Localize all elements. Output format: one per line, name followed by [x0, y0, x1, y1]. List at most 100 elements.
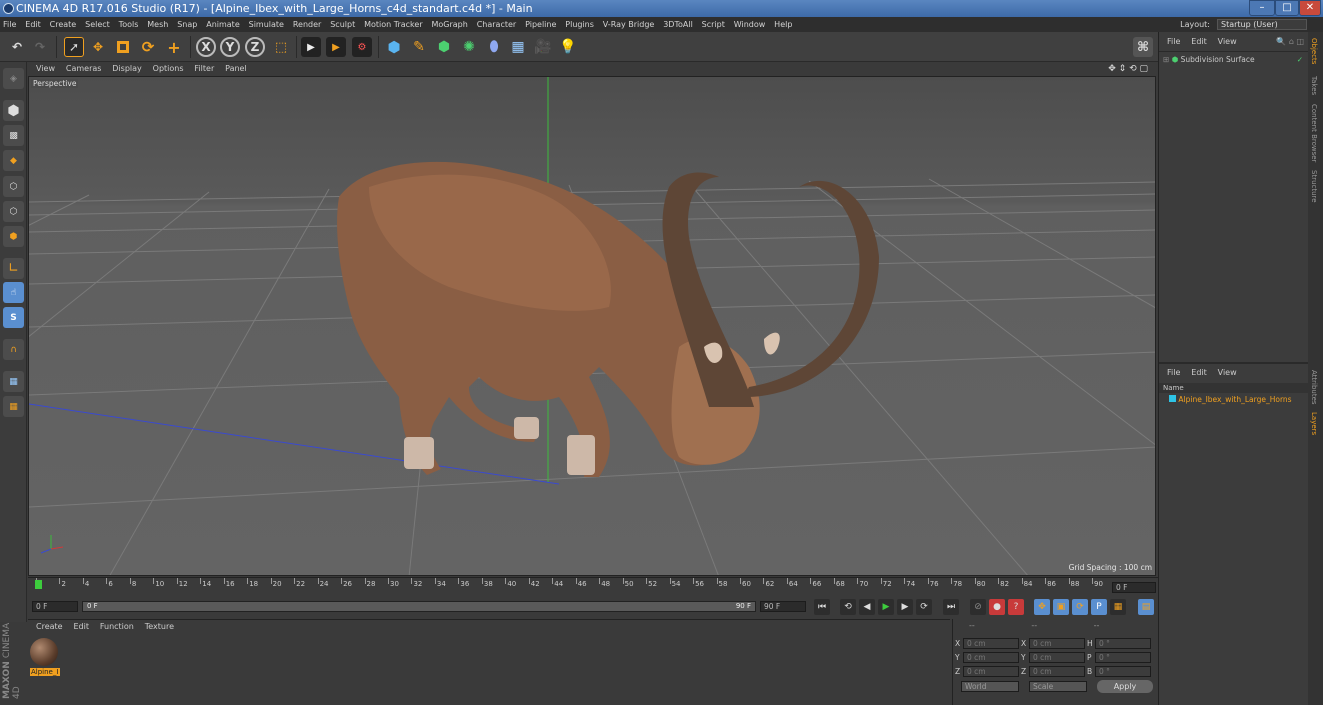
menu-character[interactable]: Character [477, 20, 517, 29]
camera-icon[interactable]: 🎥 [533, 37, 553, 57]
3d-viewport[interactable]: Perspective Grid Spacing : 100 cm [28, 76, 1156, 576]
viewport-menu-view[interactable]: View [36, 64, 55, 73]
material-menu-create[interactable]: Create [36, 622, 63, 631]
viewport-menu-panel[interactable]: Panel [225, 64, 247, 73]
menu-mesh[interactable]: Mesh [147, 20, 168, 29]
maximize-button[interactable]: □ [1275, 0, 1299, 16]
rotate-tool-icon[interactable]: ⟳ [138, 37, 158, 57]
objects-menu-view[interactable]: View [1218, 37, 1237, 46]
axis-y-lock-icon[interactable]: Y [220, 37, 240, 57]
layout-select[interactable]: Startup (User) [1217, 19, 1307, 30]
menu-sculpt[interactable]: Sculpt [330, 20, 355, 29]
coord-value-field[interactable]: 0 ° [1095, 638, 1151, 649]
viewport-navigation-icon[interactable]: ✥ ⇕ ⟲ ▢ [1108, 62, 1148, 76]
material-menu-texture[interactable]: Texture [145, 622, 174, 631]
polygons-mode-icon[interactable]: ⬢ [3, 226, 24, 247]
viewport-menu-options[interactable]: Options [153, 64, 184, 73]
snap-icon[interactable]: S [3, 307, 24, 328]
menu-window[interactable]: Window [734, 20, 766, 29]
material-menu-edit[interactable]: Edit [73, 622, 89, 631]
coord-value-field[interactable]: 0 cm [963, 638, 1019, 649]
tab-objects[interactable]: Objects [1310, 38, 1318, 64]
pen-spline-icon[interactable]: ✎ [409, 37, 429, 57]
tab-structure[interactable]: Structure [1310, 170, 1318, 203]
workplane-mode-icon[interactable]: ◆ [3, 150, 24, 171]
object-row-subdivision[interactable]: ⊞ ⬢ Subdivision Surface ✓ [1163, 54, 1303, 65]
keyframe-selection-icon[interactable]: ? [1008, 599, 1024, 615]
menu-tools[interactable]: Tools [119, 20, 139, 29]
axis-x-lock-icon[interactable]: X [196, 37, 216, 57]
key-parameter-icon[interactable]: P [1091, 599, 1107, 615]
end-frame-field[interactable]: 90 F [760, 601, 806, 612]
coord-value-field[interactable]: 0 cm [1029, 638, 1085, 649]
viewport-camera-label[interactable]: Perspective [31, 79, 79, 88]
prev-frame-icon[interactable]: ◀ [859, 599, 875, 615]
coord-value-field[interactable]: 0 ° [1095, 652, 1151, 663]
coord-value-field[interactable]: 0 cm [963, 652, 1019, 663]
python-icon[interactable]: ⌘ [1133, 37, 1153, 57]
render-settings-icon[interactable]: ⚙ [352, 37, 372, 57]
timeline-ruler[interactable]: 0246810121416182022242628303234363840424… [28, 577, 1158, 597]
key-rotation-icon[interactable]: ⟳ [1072, 599, 1088, 615]
cube-primitive-icon[interactable]: ⬢ [384, 37, 404, 57]
tab-layers[interactable]: Layers [1310, 412, 1318, 435]
play-icon[interactable]: ▶ [878, 599, 894, 615]
layers-menu-edit[interactable]: Edit [1191, 368, 1207, 377]
axis-mode-icon[interactable]: ∟ [3, 258, 24, 279]
menu-simulate[interactable]: Simulate [249, 20, 284, 29]
apply-button[interactable]: Apply [1097, 680, 1153, 693]
tab-takes[interactable]: Takes [1310, 76, 1318, 95]
key-position-icon[interactable]: ✥ [1034, 599, 1050, 615]
objects-toolbar-icons[interactable]: 🔍 ⌂ ◫ [1276, 32, 1304, 52]
next-key-icon[interactable]: ⟳ [916, 599, 932, 615]
deformer-icon[interactable]: ⬮ [484, 37, 504, 57]
layer-row[interactable]: Alpine_Ibex_with_Large_Horns [1169, 394, 1309, 405]
undo-icon[interactable]: ↶ [7, 37, 27, 57]
coord-value-field[interactable]: 0 ° [1095, 666, 1151, 677]
render-picture-viewer-icon[interactable]: ▶ [326, 37, 346, 57]
minimize-button[interactable]: – [1249, 0, 1275, 16]
material-swatch[interactable]: Alpine_I [30, 638, 60, 678]
menu-render[interactable]: Render [293, 20, 321, 29]
scale-dropdown[interactable]: Scale [1029, 681, 1087, 692]
move-tool-icon[interactable]: ✥ [88, 37, 108, 57]
menu-animate[interactable]: Animate [206, 20, 240, 29]
floor-environment-icon[interactable]: ▦ [508, 37, 528, 57]
goto-end-icon[interactable]: ⏭ [943, 599, 959, 615]
expand-icon[interactable]: ⊞ [1163, 55, 1169, 64]
select-cursor-icon[interactable]: ➚ [64, 37, 84, 57]
layers-menu-view[interactable]: View [1218, 368, 1237, 377]
object-visible-check-icon[interactable]: ✓ [1297, 54, 1303, 65]
recent-tool-icon[interactable]: + [164, 37, 184, 57]
coord-value-field[interactable]: 0 cm [963, 666, 1019, 677]
make-editable-icon[interactable]: ◈ [3, 68, 24, 89]
subdivision-nurbs-icon[interactable]: ⬢ [434, 37, 454, 57]
layers-menu-file[interactable]: File [1167, 368, 1180, 377]
menu-script[interactable]: Script [702, 20, 725, 29]
goto-start-icon[interactable]: ⏮ [814, 599, 830, 615]
magnet-icon[interactable]: ∩ [3, 339, 24, 360]
menu-file[interactable]: File [3, 20, 16, 29]
timeline-playhead[interactable] [35, 580, 42, 589]
layers-column-header[interactable]: Name [1159, 383, 1309, 393]
coordinate-system-icon[interactable]: ⬚ [271, 37, 291, 57]
viewport-menu-filter[interactable]: Filter [194, 64, 214, 73]
timeline-window-icon[interactable]: ▤ [1138, 599, 1154, 615]
viewport-menu-cameras[interactable]: Cameras [66, 64, 102, 73]
autokey-icon[interactable]: ● [989, 599, 1005, 615]
coord-value-field[interactable]: 0 cm [1029, 666, 1085, 677]
next-frame-icon[interactable]: ▶ [897, 599, 913, 615]
tab-attributes[interactable]: Attributes [1310, 370, 1318, 405]
close-button[interactable]: ✕ [1299, 0, 1321, 16]
menu-motion-tracker[interactable]: Motion Tracker [364, 20, 423, 29]
menu-mograph[interactable]: MoGraph [431, 20, 467, 29]
axis-z-lock-icon[interactable]: Z [245, 37, 265, 57]
current-frame-field[interactable]: 0 F [1112, 582, 1156, 593]
tab-content-browser[interactable]: Content Browser [1310, 104, 1318, 162]
viewport-menu-display[interactable]: Display [112, 64, 142, 73]
menu-vray-bridge[interactable]: V-Ray Bridge [603, 20, 655, 29]
menu-help[interactable]: Help [774, 20, 792, 29]
array-mograph-icon[interactable]: ✺ [459, 37, 479, 57]
points-mode-icon[interactable]: ⬡ [3, 176, 24, 197]
key-pla-icon[interactable]: ▦ [1110, 599, 1126, 615]
